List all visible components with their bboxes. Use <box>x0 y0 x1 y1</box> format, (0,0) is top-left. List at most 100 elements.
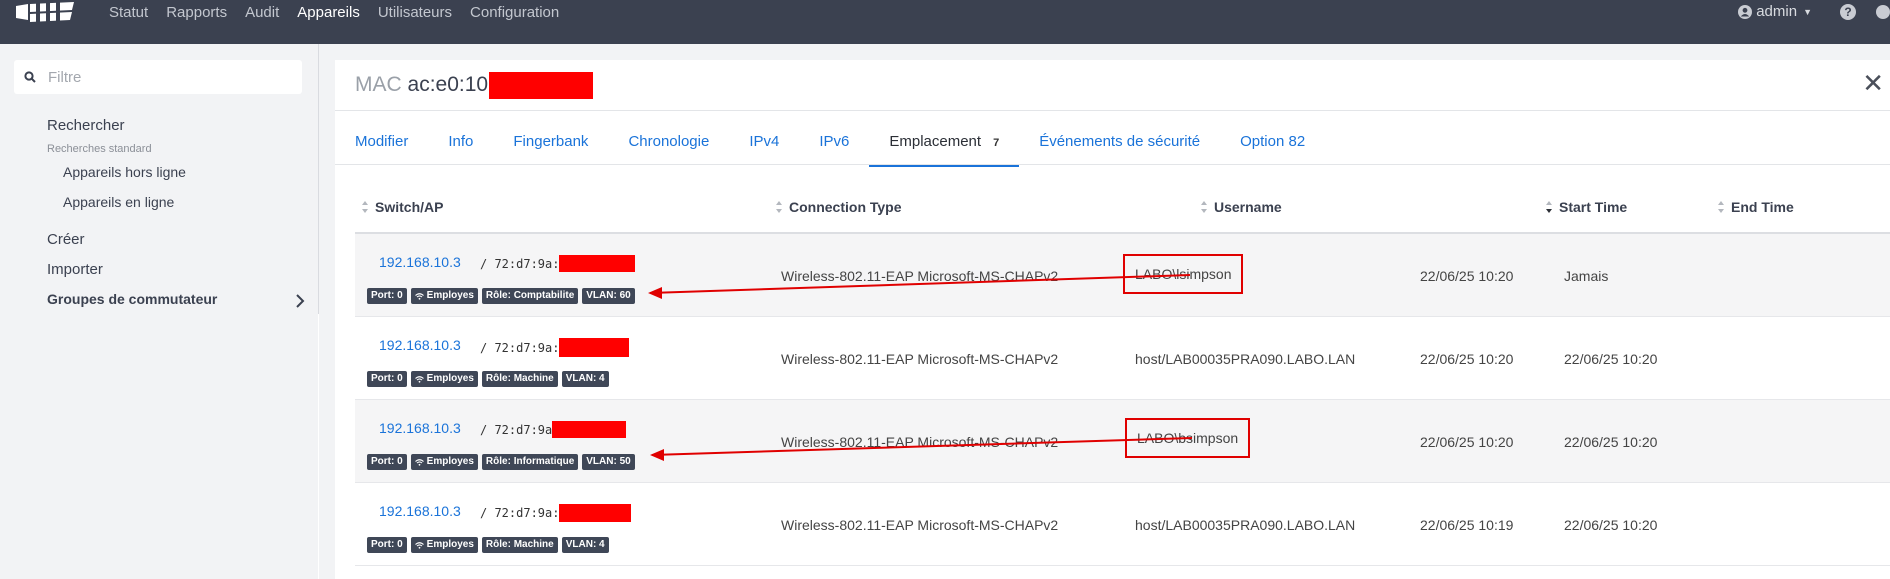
redaction-box <box>552 421 627 438</box>
badge-group: Port: 0 Employes Rôle: Comptabilite VLAN… <box>367 288 635 304</box>
username: host/LAB00035PRA090.LABO.LAN <box>1135 351 1356 367</box>
tab-security-events[interactable]: Événements de sécurité <box>1019 128 1220 164</box>
end-time: 22/06/25 10:20 <box>1564 351 1658 367</box>
sort-desc-icon <box>1546 201 1552 213</box>
filter-input[interactable] <box>46 67 290 87</box>
badge-group: Port: 0 Employes Rôle: Machine VLAN: 4 <box>367 537 609 553</box>
title-divider <box>335 110 1890 111</box>
port-badge: Port: 0 <box>367 454 407 470</box>
sort-icon <box>776 201 782 213</box>
nav-configuration[interactable]: Configuration <box>461 3 568 23</box>
filter-box[interactable] <box>14 60 302 94</box>
wifi-icon <box>414 375 424 383</box>
end-time: 22/06/25 10:20 <box>1564 517 1658 533</box>
close-icon[interactable]: ✕ <box>1862 70 1884 96</box>
start-time: 22/06/25 10:19 <box>1420 517 1514 533</box>
badge-group: Port: 0 Employes Rôle: Machine VLAN: 4 <box>367 371 609 387</box>
tab-modifier[interactable]: Modifier <box>335 128 428 164</box>
port-badge: Port: 0 <box>367 537 407 553</box>
tab-ipv4[interactable]: IPv4 <box>729 128 799 164</box>
col-end-time[interactable]: End Time <box>1717 199 1794 215</box>
tab-info[interactable]: Info <box>428 128 493 164</box>
user-circle-icon <box>1738 4 1753 19</box>
end-time: Jamais <box>1564 268 1609 284</box>
switch-mac: / 72:d7:9a: <box>480 504 632 522</box>
role-badge: Rôle: Comptabilite <box>481 288 579 304</box>
nav-rapports[interactable]: Rapports <box>157 3 236 23</box>
role-badge: Rôle: Machine <box>481 371 558 387</box>
tabs-divider <box>335 164 1890 165</box>
connection-type: Wireless-802.11-EAP Microsoft-MS-CHAPv2 <box>781 434 1059 450</box>
top-navbar: Statut Rapports Audit Appareils Utilisat… <box>0 0 1890 44</box>
user-name: admin <box>1756 3 1798 20</box>
ssid-badge: Employes <box>410 288 478 304</box>
col-start-time[interactable]: Start Time <box>1545 199 1627 215</box>
search-icon <box>24 71 36 83</box>
switch-mac: / 72:d7:9a: <box>480 338 630 357</box>
chevron-right-icon[interactable] <box>295 294 305 308</box>
packetfence-logo-icon[interactable] <box>14 0 76 28</box>
username: LABO\bsimpson <box>1125 418 1251 458</box>
redaction-box <box>489 72 594 99</box>
tab-option82[interactable]: Option 82 <box>1220 128 1325 164</box>
connection-type: Wireless-802.11-EAP Microsoft-MS-CHAPv2 <box>781 517 1059 533</box>
wifi-icon <box>414 292 424 300</box>
sidebar-item-rechercher[interactable]: Rechercher <box>47 117 125 134</box>
vlan-badge: VLAN: 4 <box>561 537 609 553</box>
vlan-badge: VLAN: 50 <box>582 454 635 470</box>
location-table: Switch/AP Connection Type Username Start… <box>355 185 1890 566</box>
ssid-badge: Employes <box>410 537 478 553</box>
role-badge: Rôle: Informatique <box>481 454 579 470</box>
nav-utilisateurs[interactable]: Utilisateurs <box>369 3 461 23</box>
notification-icon[interactable] <box>1876 4 1890 19</box>
tab-fingerbank[interactable]: Fingerbank <box>493 128 608 164</box>
ssid-badge: Employes <box>410 371 478 387</box>
wifi-icon <box>414 458 424 466</box>
table-row[interactable]: 192.168.10.3 / 72:d7:9a: Port: 0 Employe… <box>355 317 1890 400</box>
col-connection-type[interactable]: Connection Type <box>775 199 902 215</box>
nav-audit[interactable]: Audit <box>236 3 288 23</box>
switch-ip-link[interactable]: 192.168.10.3 <box>379 254 461 270</box>
table-row[interactable]: 192.168.10.3 / 72:d7:9a: Port: 0 Employe… <box>355 234 1890 317</box>
switch-ip-link[interactable]: 192.168.10.3 <box>379 503 461 519</box>
page-title: MAC ac:e0:10 <box>355 72 594 99</box>
tab-chronologie[interactable]: Chronologie <box>608 128 729 164</box>
wifi-icon <box>414 541 424 549</box>
help-icon[interactable]: ? <box>1840 3 1856 20</box>
sidebar-item-import[interactable]: Importer <box>47 261 103 278</box>
start-time: 22/06/25 10:20 <box>1420 434 1514 450</box>
nav-statut[interactable]: Statut <box>100 3 157 23</box>
tab-count-badge: 7 <box>993 137 1000 149</box>
table-row[interactable]: 192.168.10.3 / 72:d7:9a Port: 0 Employes… <box>355 400 1890 483</box>
nav-appareils[interactable]: Appareils <box>288 3 369 23</box>
badge-group: Port: 0 Employes Rôle: Informatique VLAN… <box>367 454 635 470</box>
switch-mac: / 72:d7:9a <box>480 421 627 438</box>
sidebar-item-offline-devices[interactable]: Appareils hors ligne <box>63 164 186 180</box>
sidebar-item-online-devices[interactable]: Appareils en ligne <box>63 194 174 210</box>
redaction-box <box>559 255 636 272</box>
sidebar: Rechercher Recherches standard Appareils… <box>0 44 318 579</box>
tab-ipv6[interactable]: IPv6 <box>799 128 869 164</box>
sort-icon <box>362 201 368 213</box>
start-time: 22/06/25 10:20 <box>1420 268 1514 284</box>
port-badge: Port: 0 <box>367 371 407 387</box>
col-switch-ap[interactable]: Switch/AP <box>361 199 443 215</box>
ssid-badge: Employes <box>410 454 478 470</box>
connection-type: Wireless-802.11-EAP Microsoft-MS-CHAPv2 <box>781 268 1059 284</box>
sidebar-section-standard-searches: Recherches standard <box>47 143 152 155</box>
tab-emplacement[interactable]: Emplacement 7 <box>869 128 1020 167</box>
switch-mac: / 72:d7:9a: <box>480 255 636 272</box>
sidebar-item-switch-groups[interactable]: Groupes de commutateur <box>47 291 217 307</box>
redaction-box <box>559 504 632 522</box>
port-badge: Port: 0 <box>367 288 407 304</box>
mac-value: ac:e0:10 <box>407 73 489 97</box>
sort-icon <box>1718 201 1724 213</box>
table-row[interactable]: 192.168.10.3 / 72:d7:9a: Port: 0 Employe… <box>355 483 1890 566</box>
sidebar-item-create[interactable]: Créer <box>47 231 85 248</box>
user-menu[interactable]: admin ▼ <box>1738 3 1812 20</box>
table-header: Switch/AP Connection Type Username Start… <box>355 185 1890 234</box>
switch-ip-link[interactable]: 192.168.10.3 <box>379 337 461 353</box>
switch-ip-link[interactable]: 192.168.10.3 <box>379 420 461 436</box>
mac-label: MAC <box>355 73 402 97</box>
col-username[interactable]: Username <box>1200 199 1282 215</box>
